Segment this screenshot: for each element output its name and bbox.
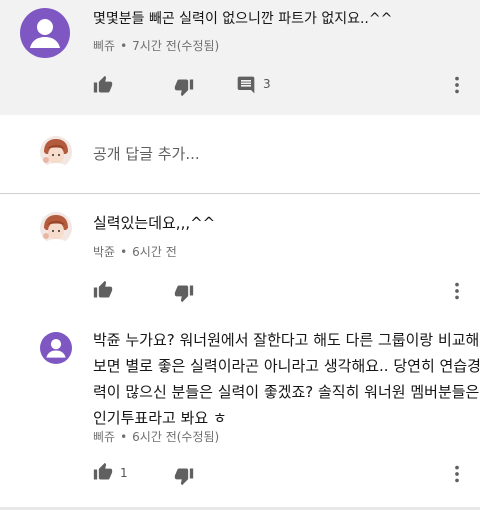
more-vert-icon[interactable] — [446, 74, 468, 96]
profile-photo-icon — [40, 136, 72, 168]
reply-count: 3 — [263, 77, 271, 91]
thumb-up-icon[interactable] — [93, 75, 113, 95]
profile-photo-icon — [40, 212, 72, 244]
default-user-icon — [20, 8, 70, 58]
avatar[interactable] — [40, 332, 72, 364]
reply-input[interactable]: 공개 답글 추가... — [93, 143, 200, 164]
comment-text: 실력있는데요,,,^^ — [93, 214, 216, 232]
comment-author[interactable]: 삐쥬 — [93, 430, 115, 444]
like-count: 1 — [120, 466, 128, 480]
comment-time: 6시간 전(수정됨) — [132, 430, 220, 444]
comment-text-line: 력이 많으신 분들은 실력이 좋겠죠? 솔직히 워너원 멤버분들은 — [93, 383, 480, 401]
comment-time: 6시간 전 — [132, 245, 177, 259]
thumb-down-icon[interactable] — [174, 283, 194, 303]
comment-time: 7시간 전(수정됨) — [132, 39, 220, 53]
divider — [0, 193, 480, 194]
comment-author[interactable]: 삐쥬 — [93, 39, 115, 53]
thumb-down-icon[interactable] — [174, 466, 194, 486]
comment-meta: 삐쥬 • 6시간 전(수정됨) — [93, 430, 220, 444]
thumb-up-icon[interactable] — [93, 280, 113, 300]
default-user-icon — [40, 332, 72, 364]
comment-meta: 삐쥬 • 7시간 전(수정됨) — [93, 39, 220, 53]
comment-icon[interactable] — [236, 75, 256, 95]
thumb-up-icon[interactable] — [93, 462, 113, 482]
more-vert-icon[interactable] — [446, 463, 468, 485]
comment-author[interactable]: 박쥰 — [93, 245, 115, 259]
comment-text-line: 박쥰 누가요? 워너원에서 잘한다고 해도 다른 그룹이랑 비교해 — [93, 331, 480, 349]
comment-text: 몇몇분들 빼곤 실력이 없으니깐 파트가 없지요..^^ — [93, 11, 393, 27]
more-vert-icon[interactable] — [446, 280, 468, 302]
comment-meta: 박쥰 • 6시간 전 — [93, 245, 177, 259]
avatar[interactable] — [40, 212, 72, 244]
avatar[interactable] — [20, 8, 70, 58]
thumb-down-icon[interactable] — [174, 77, 194, 97]
comment-text-line: 보면 별로 좋은 실력이라곤 아니라고 생각해요.. 당연히 연습경 — [93, 357, 480, 375]
my-avatar — [40, 136, 72, 168]
